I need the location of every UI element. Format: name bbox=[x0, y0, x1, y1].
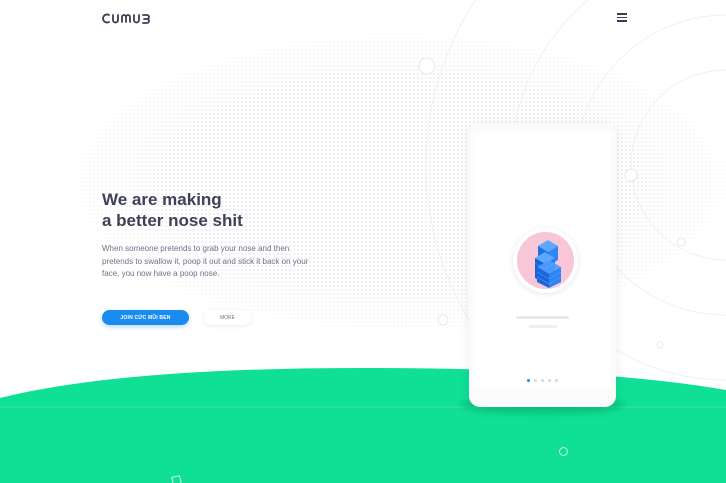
phone-mockup bbox=[469, 123, 616, 407]
more-button[interactable]: MORE bbox=[204, 310, 251, 325]
placeholder-line bbox=[529, 325, 557, 328]
building-icon bbox=[534, 240, 562, 288]
avatar bbox=[513, 228, 578, 293]
avatar-background bbox=[517, 232, 574, 289]
headline-line-1: We are making bbox=[102, 190, 222, 209]
placeholder-line bbox=[516, 316, 569, 319]
phone-screen bbox=[474, 133, 611, 387]
brand-logo[interactable] bbox=[102, 11, 150, 25]
hamburger-line bbox=[617, 20, 627, 22]
hero-description: When someone pretends to grab your nose … bbox=[102, 244, 309, 279]
carousel-dot[interactable] bbox=[555, 379, 558, 382]
carousel-dot[interactable] bbox=[534, 379, 537, 382]
hamburger-line bbox=[617, 13, 627, 15]
join-button[interactable]: JOIN CỨC MŨI BEN bbox=[102, 310, 189, 325]
hamburger-line bbox=[617, 16, 627, 18]
green-wave-background bbox=[0, 368, 726, 483]
ring-decoration bbox=[559, 447, 568, 456]
carousel-dot-active[interactable] bbox=[527, 379, 530, 382]
hamburger-icon[interactable] bbox=[617, 13, 627, 22]
carousel-dots bbox=[469, 379, 616, 382]
headline-line-2: a better nose shit bbox=[102, 211, 243, 230]
hero-headline: We are making a better nose shit bbox=[102, 189, 362, 231]
square-decoration bbox=[171, 475, 182, 483]
carousel-dot[interactable] bbox=[548, 379, 551, 382]
carousel-dot[interactable] bbox=[541, 379, 544, 382]
